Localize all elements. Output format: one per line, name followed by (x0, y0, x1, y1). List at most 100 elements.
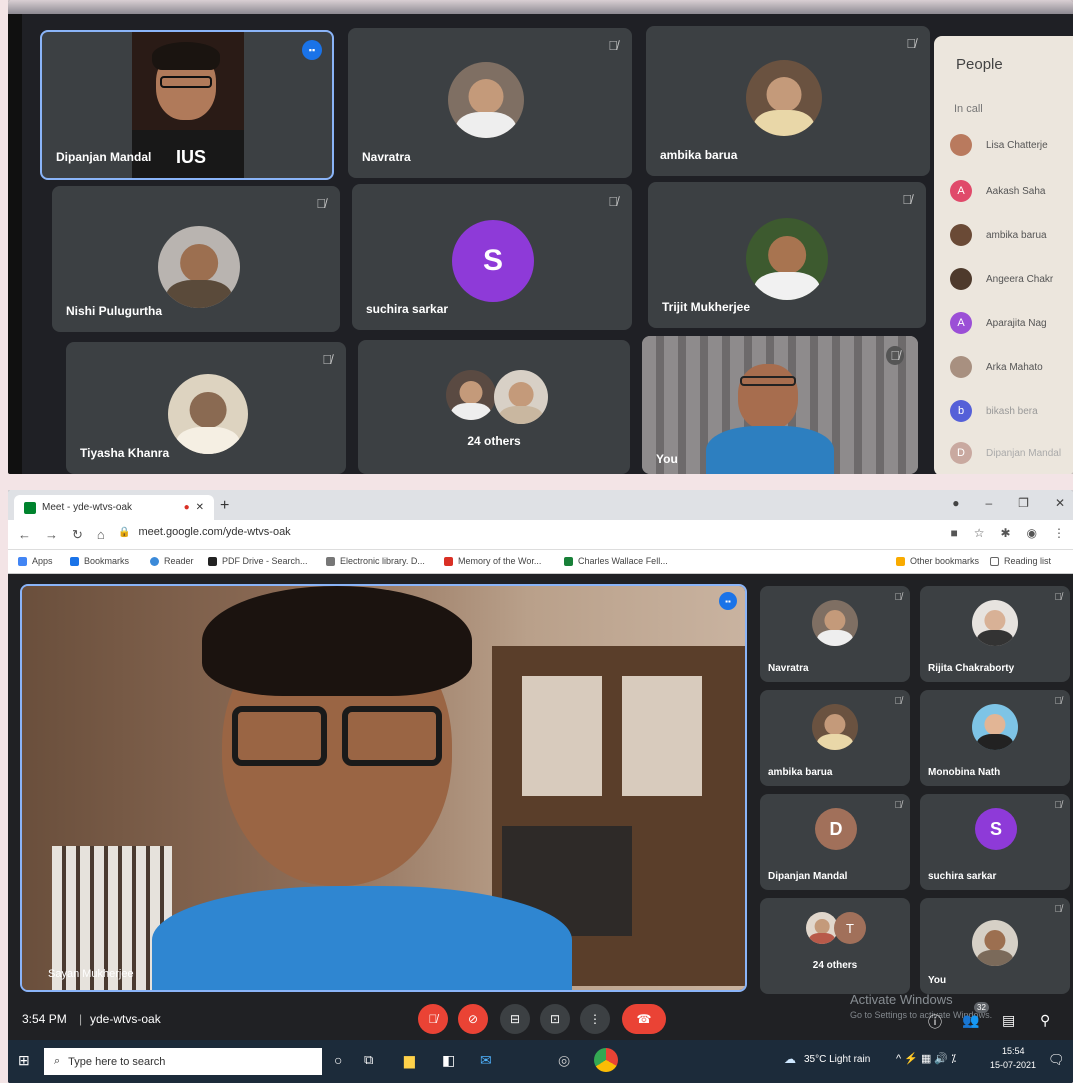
notifications-icon[interactable]: 🗨 (1048, 1052, 1065, 1068)
avatar-letter: S (452, 220, 534, 302)
participant-tile-suchira[interactable]: 🎙̸ S suchira sarkar (920, 794, 1070, 890)
profile-avatar-icon[interactable]: ◉ (1027, 526, 1037, 540)
people-list-item[interactable]: ambika barua (950, 220, 1047, 250)
nav-buttons: ← → ↻ ⌂ (18, 527, 105, 543)
camera-icon[interactable]: ■ (950, 526, 957, 540)
people-list-item[interactable]: Arka Mahato (950, 352, 1043, 382)
bookmark-reader[interactable]: Reader (150, 556, 194, 566)
window-controls: ● – ❐ ✕ (952, 496, 1065, 510)
bookmark-pdfdrive[interactable]: PDF Drive - Search... (208, 556, 308, 566)
close-tab-icon[interactable]: ✕ (196, 502, 204, 513)
mic-toggle-button[interactable]: 🎙̸ (418, 1004, 448, 1034)
more-options-button[interactable]: ⋮ (580, 1004, 610, 1034)
close-window-button[interactable]: ✕ (1055, 496, 1065, 510)
participant-tile-you[interactable]: 🎙̸ You (642, 336, 918, 474)
people-list-item[interactable]: Angeera Chakr (950, 264, 1053, 294)
present-button[interactable]: ⊡ (540, 1004, 570, 1034)
home-icon[interactable]: ⌂ (97, 527, 105, 543)
maximize-button[interactable]: ❐ (1018, 496, 1029, 510)
participant-tile-others[interactable]: 24 others (358, 340, 630, 474)
extensions-icon[interactable]: ✱ (1000, 526, 1010, 540)
participant-tile-navratra[interactable]: 🎙̸ Navratra (348, 28, 632, 178)
captions-button[interactable]: ⊟ (500, 1004, 530, 1034)
member-name: bikash bera (986, 405, 1038, 417)
participant-tile-dipanjan[interactable]: IUS ▪▪ Dipanjan Mandal (40, 30, 334, 180)
back-icon[interactable]: ← (18, 527, 31, 543)
participant-tile-nishi[interactable]: 🎙̸ Nishi Pulugurtha (52, 186, 340, 332)
people-list-item[interactable]: A Aakash Saha (950, 176, 1046, 206)
forward-icon[interactable]: → (45, 527, 58, 543)
reading-list[interactable]: Reading list (990, 556, 1051, 566)
people-list-item[interactable]: D Dipanjan Mandal (950, 438, 1061, 468)
system-tray-icons[interactable]: ^ ⚡ ▦ 🔊 ⁒ (896, 1052, 956, 1065)
mic-off-icon: 🎙̸ (1054, 696, 1063, 707)
weather-text: 35°C Light rain (804, 1054, 871, 1065)
participant-name: Dipanjan Mandal (768, 871, 848, 882)
people-list-item[interactable]: A Aparajita Nag (950, 308, 1047, 338)
windows-start-icon[interactable]: ⊞ (18, 1052, 30, 1069)
bookmark-memory[interactable]: Memory of the Wor... (444, 556, 541, 566)
end-call-button[interactable]: ☎ (622, 1004, 666, 1034)
bookmark-charles[interactable]: Charles Wallace Fell... (564, 556, 668, 566)
meet-favicon-icon (24, 501, 36, 514)
file-explorer-icon[interactable]: ▆ (404, 1052, 415, 1069)
participant-tile-dipanjan[interactable]: 🎙̸ D Dipanjan Mandal (760, 794, 910, 890)
participant-tile-suchira[interactable]: 🎙̸ S suchira sarkar (352, 184, 632, 330)
participant-tile-you[interactable]: 🎙̸ You (920, 898, 1070, 994)
bookmark-elibrary[interactable]: Electronic library. D... (326, 556, 425, 566)
meeting-code: yde-wtvs-oak (90, 1012, 161, 1026)
mic-off-icon: 🎙̸ (894, 800, 903, 811)
member-name: Lisa Chatterje (986, 139, 1048, 151)
activities-icon[interactable]: ⚲ (1040, 1012, 1050, 1029)
people-list-item[interactable]: b bikash bera (950, 396, 1038, 426)
url-text: meet.google.com/yde-wtvs-oak (138, 526, 291, 538)
participant-tile-trijit[interactable]: 🎙̸ Trijit Mukherjee (648, 182, 926, 328)
main-speaker-video[interactable]: Sayan Mukherjee ▪▪ (20, 584, 747, 992)
participant-tile-navratra[interactable]: 🎙̸ Navratra (760, 586, 910, 682)
avatar (494, 370, 548, 424)
participant-tile-monobina[interactable]: 🎙̸ Monobina Nath (920, 690, 1070, 786)
info-icon[interactable]: ⓘ (928, 1012, 942, 1032)
url-field[interactable]: 🔒 meet.google.com/yde-wtvs-oak (118, 526, 291, 538)
mic-off-icon: 🎙̸ (906, 36, 916, 51)
chrome-icon[interactable] (594, 1048, 618, 1072)
reload-icon[interactable]: ↻ (72, 527, 83, 543)
participant-tile-tiyasha[interactable]: 🎙̸ Tiyasha Khanra (66, 342, 346, 474)
mic-off-icon: 🎙̸ (894, 592, 903, 603)
chat-icon[interactable]: ▤ (1002, 1012, 1015, 1029)
other-bookmarks[interactable]: Other bookmarks (896, 556, 979, 566)
bookmark-label: Bookmarks (84, 556, 130, 566)
avatar-letter: D (950, 442, 972, 464)
camera-toggle-button[interactable]: ⊘ (458, 1004, 488, 1034)
mail-icon[interactable]: ✉ (480, 1052, 492, 1069)
browser-tab[interactable]: Meet - yde-wtvs-oak ● ✕ (14, 495, 214, 520)
clock-time: 15:54 (1002, 1046, 1025, 1056)
people-icon[interactable]: 👥 (962, 1012, 979, 1029)
taskbar-search[interactable]: ⌕ Type here to search (44, 1048, 322, 1075)
menu-icon[interactable]: ⋮ (1053, 526, 1065, 540)
participant-tile-others[interactable]: T 24 others (760, 898, 910, 994)
in-call-section-label: In call (954, 103, 983, 115)
star-icon[interactable]: ☆ (974, 526, 985, 540)
participant-name: Monobina Nath (928, 767, 1001, 778)
sheet-icon (564, 556, 573, 566)
bookmark-apps[interactable]: Apps (18, 556, 53, 566)
participant-tile-ambika[interactable]: 🎙̸ ambika barua (760, 690, 910, 786)
profile-icon[interactable]: ● (952, 496, 959, 510)
member-name: ambika barua (986, 229, 1047, 241)
participant-tile-ambika[interactable]: 🎙̸ ambika barua (646, 26, 930, 176)
meeting-separator: | (79, 1012, 83, 1026)
bookmark-label: Reading list (1004, 556, 1052, 566)
task-view-icon[interactable]: ⧉ (364, 1052, 373, 1068)
cortana-icon[interactable]: ○ (334, 1052, 342, 1068)
app-icon[interactable]: ◎ (558, 1052, 570, 1069)
people-list-item[interactable]: Lisa Chatterje (950, 130, 1048, 160)
minimize-button[interactable]: – (985, 496, 992, 510)
meet-grid-screen: IUS ▪▪ Dipanjan Mandal 🎙̸ Navratra 🎙̸ am… (22, 14, 1073, 474)
participant-tile-rijita[interactable]: 🎙̸ Rijita Chakraborty (920, 586, 1070, 682)
bookmark-bookmarks[interactable]: Bookmarks (70, 556, 129, 566)
store-icon[interactable]: ◧ (442, 1052, 455, 1069)
participant-name: suchira sarkar (928, 871, 997, 882)
reader-icon (150, 556, 159, 566)
new-tab-button[interactable]: + (220, 497, 229, 515)
